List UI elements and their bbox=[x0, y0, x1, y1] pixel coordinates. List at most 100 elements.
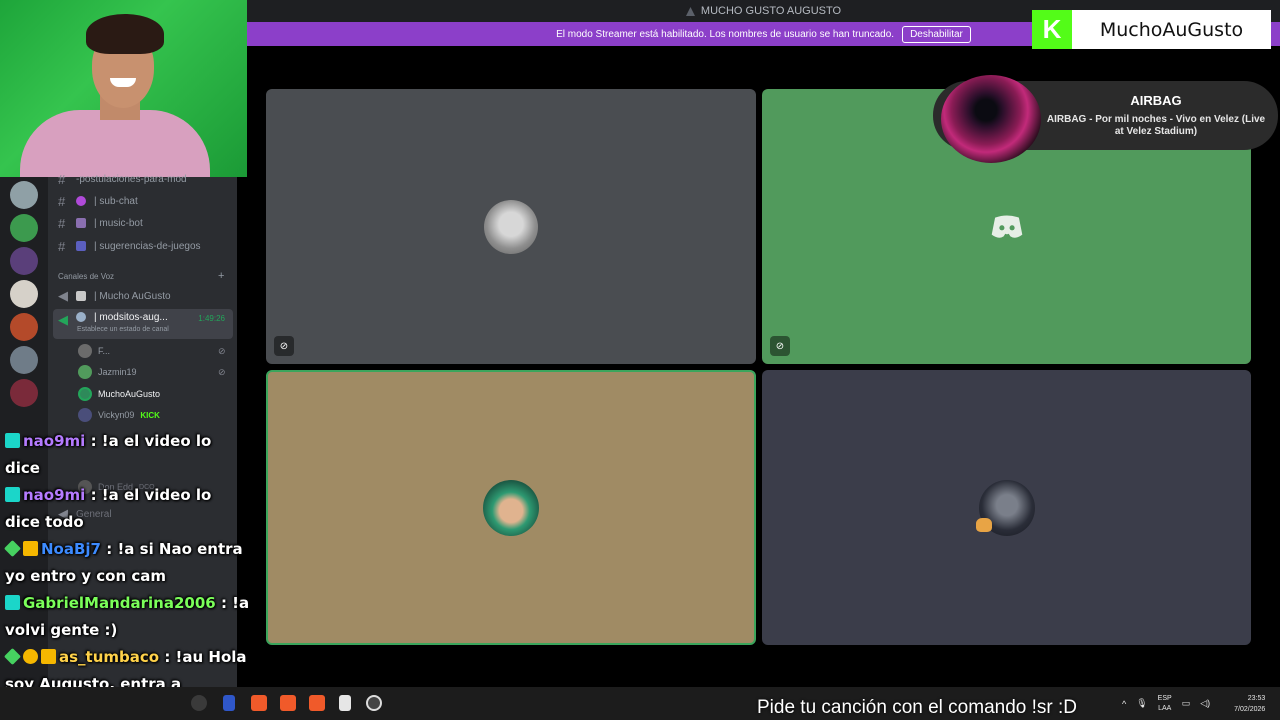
gift-badge-icon bbox=[23, 649, 38, 664]
now-playing-widget: AIRBAG AIRBAG - Por mil noches - Vivo en… bbox=[933, 75, 1278, 163]
participant-tile[interactable] bbox=[762, 370, 1251, 645]
subscriber-badge-icon bbox=[5, 595, 20, 610]
chevron-up-icon[interactable]: ^ bbox=[1122, 699, 1126, 709]
server-icon[interactable] bbox=[10, 247, 38, 275]
app-icon[interactable] bbox=[223, 695, 235, 711]
chat-message: NoaBj7 : !a si Nao entra yo entro y con … bbox=[0, 536, 250, 590]
crown-badge-icon bbox=[23, 541, 38, 556]
channel-emoji-icon bbox=[76, 291, 86, 301]
lang-label: ESP bbox=[1157, 694, 1172, 702]
brave-browser-icon[interactable] bbox=[309, 695, 325, 711]
voice-member[interactable]: Jazmin19 ⊘ bbox=[78, 363, 226, 381]
call-timer: 1:49:26 bbox=[198, 314, 225, 323]
region-label: LAA bbox=[1158, 704, 1172, 712]
avatar bbox=[483, 479, 539, 536]
participant-tile-speaking[interactable] bbox=[266, 370, 756, 645]
subscriber-badge-icon bbox=[5, 433, 20, 448]
mic-muted-icon: ⊘ bbox=[218, 366, 226, 377]
server-icon[interactable] bbox=[10, 214, 38, 242]
music-note-icon bbox=[76, 218, 86, 228]
chat-username: GabrielMandarina2006 bbox=[23, 594, 216, 612]
avatar bbox=[78, 408, 92, 422]
channel-label: | sugerencias-de-juegos bbox=[94, 240, 201, 252]
member-name: MuchoAuGusto bbox=[98, 389, 161, 399]
mic-muted-icon: ⊘ bbox=[770, 336, 790, 356]
chat-username: nao9mi bbox=[23, 432, 86, 450]
avatar bbox=[78, 365, 92, 379]
hash-icon: # bbox=[58, 215, 66, 231]
channel-item[interactable]: # | music-bot bbox=[58, 214, 143, 232]
channel-item[interactable]: # | sub-chat bbox=[58, 192, 138, 210]
avatar bbox=[78, 344, 92, 358]
stream-chat-overlay: nao9mi : !a el video lo dice nao9mi : !a… bbox=[0, 428, 250, 720]
cat-decoration-icon bbox=[976, 518, 992, 532]
channel-label: -postulaciones-para-mod bbox=[76, 173, 187, 185]
speaker-icon: ◀ bbox=[58, 288, 68, 303]
gamepad-icon bbox=[76, 241, 86, 251]
window-title: MUCHO GUSTO AUGUSTO bbox=[700, 5, 842, 17]
voice-channel-label: | modsitos-aug... bbox=[94, 312, 168, 323]
moderator-badge-icon bbox=[4, 540, 21, 557]
channel-status[interactable]: Establece un estado de canal bbox=[77, 326, 169, 333]
system-tray: ^ 🎙 ESP LAA ▭ ◁) 23:53 7/02/2026 bbox=[1122, 687, 1265, 720]
album-art-disc bbox=[941, 75, 1041, 163]
voice-channel-label: | Mucho AuGusto bbox=[94, 290, 171, 302]
volume-icon[interactable]: ◁) bbox=[1200, 698, 1210, 709]
channel-item[interactable]: # -postulaciones-para-mod bbox=[58, 170, 187, 188]
moderator-badge-icon bbox=[4, 648, 21, 665]
obs-icon[interactable] bbox=[191, 695, 207, 711]
category-label: Canales de Voz bbox=[58, 271, 115, 281]
brave-browser-icon[interactable] bbox=[251, 695, 267, 711]
server-icon[interactable] bbox=[10, 181, 38, 209]
server-icon[interactable] bbox=[10, 379, 38, 407]
clock[interactable]: 23:53 7/02/2026 bbox=[1234, 693, 1265, 715]
webcam-overlay bbox=[0, 0, 247, 177]
heart-icon bbox=[76, 196, 86, 206]
voice-channel-item[interactable]: ◀ | Mucho AuGusto bbox=[58, 287, 171, 305]
subscriber-badge-icon bbox=[5, 487, 20, 502]
channel-label: | music-bot bbox=[94, 217, 143, 229]
chat-username: NoaBj7 bbox=[41, 540, 101, 558]
voice-member[interactable]: F... ⊘ bbox=[78, 342, 226, 360]
chat-message: nao9mi : !a el video lo dice bbox=[0, 428, 250, 482]
screen: MUCHO GUSTO AUGUSTO El modo Streamer est… bbox=[0, 0, 1280, 720]
chat-message: nao9mi : !a el video lo dice todo bbox=[0, 482, 250, 536]
participant-tile[interactable]: ⊘ bbox=[266, 89, 756, 364]
np-track: AIRBAG - Por mil noches - Vivo en Velez … bbox=[1046, 114, 1266, 137]
streamer-mode-text: El modo Streamer está habilitado. Los no… bbox=[556, 28, 895, 40]
avatar bbox=[78, 387, 92, 401]
file-icon[interactable] bbox=[339, 695, 351, 711]
discord-logo-icon bbox=[991, 215, 1022, 238]
song-request-overlay: Pide tu canción con el comando !sr :D bbox=[757, 697, 1078, 718]
media-player-icon[interactable] bbox=[366, 695, 382, 711]
server-icon[interactable] bbox=[10, 346, 38, 374]
member-name: Jazmin19 bbox=[98, 367, 137, 377]
kick-logo-icon: K bbox=[1032, 10, 1072, 49]
add-channel-icon[interactable]: + bbox=[218, 270, 224, 282]
kick-channel-badge: K MuchoAuGusto bbox=[1032, 10, 1271, 49]
hash-icon: # bbox=[58, 238, 66, 254]
kick-tag: KICK bbox=[140, 410, 160, 420]
disable-streamer-mode-button[interactable]: Deshabilitar bbox=[902, 25, 971, 43]
avatar bbox=[484, 199, 538, 254]
voice-member[interactable]: Vickyn09 KICK bbox=[78, 406, 160, 424]
voice-member[interactable]: MuchoAuGusto bbox=[78, 385, 160, 403]
server-icon[interactable] bbox=[10, 280, 38, 308]
brave-browser-icon[interactable] bbox=[280, 695, 296, 711]
crown-badge-icon bbox=[41, 649, 56, 664]
voice-channel-item-active[interactable]: ◀ | modsitos-aug... Establece un estado … bbox=[53, 309, 233, 339]
member-name: F... bbox=[98, 346, 111, 356]
chat-message: GabrielMandarina2006 : !a volvi gente :) bbox=[0, 590, 250, 644]
mic-muted-icon: ⊘ bbox=[274, 336, 294, 356]
network-icon[interactable]: ▭ bbox=[1182, 698, 1191, 709]
member-name: Vickyn09 bbox=[98, 410, 135, 420]
channel-emoji-icon bbox=[76, 312, 86, 322]
input-language[interactable]: ESP LAA bbox=[1158, 694, 1172, 714]
voice-category-header[interactable]: Canales de Voz + bbox=[58, 267, 224, 285]
np-artist: AIRBAG bbox=[1130, 93, 1182, 108]
microphone-icon[interactable]: 🎙 bbox=[1136, 698, 1147, 709]
taskbar: ^ 🎙 ESP LAA ▭ ◁) 23:53 7/02/2026 bbox=[0, 687, 1280, 720]
server-icon[interactable] bbox=[10, 313, 38, 341]
channel-label: | sub-chat bbox=[94, 195, 138, 207]
channel-item[interactable]: # | sugerencias-de-juegos bbox=[58, 237, 201, 255]
